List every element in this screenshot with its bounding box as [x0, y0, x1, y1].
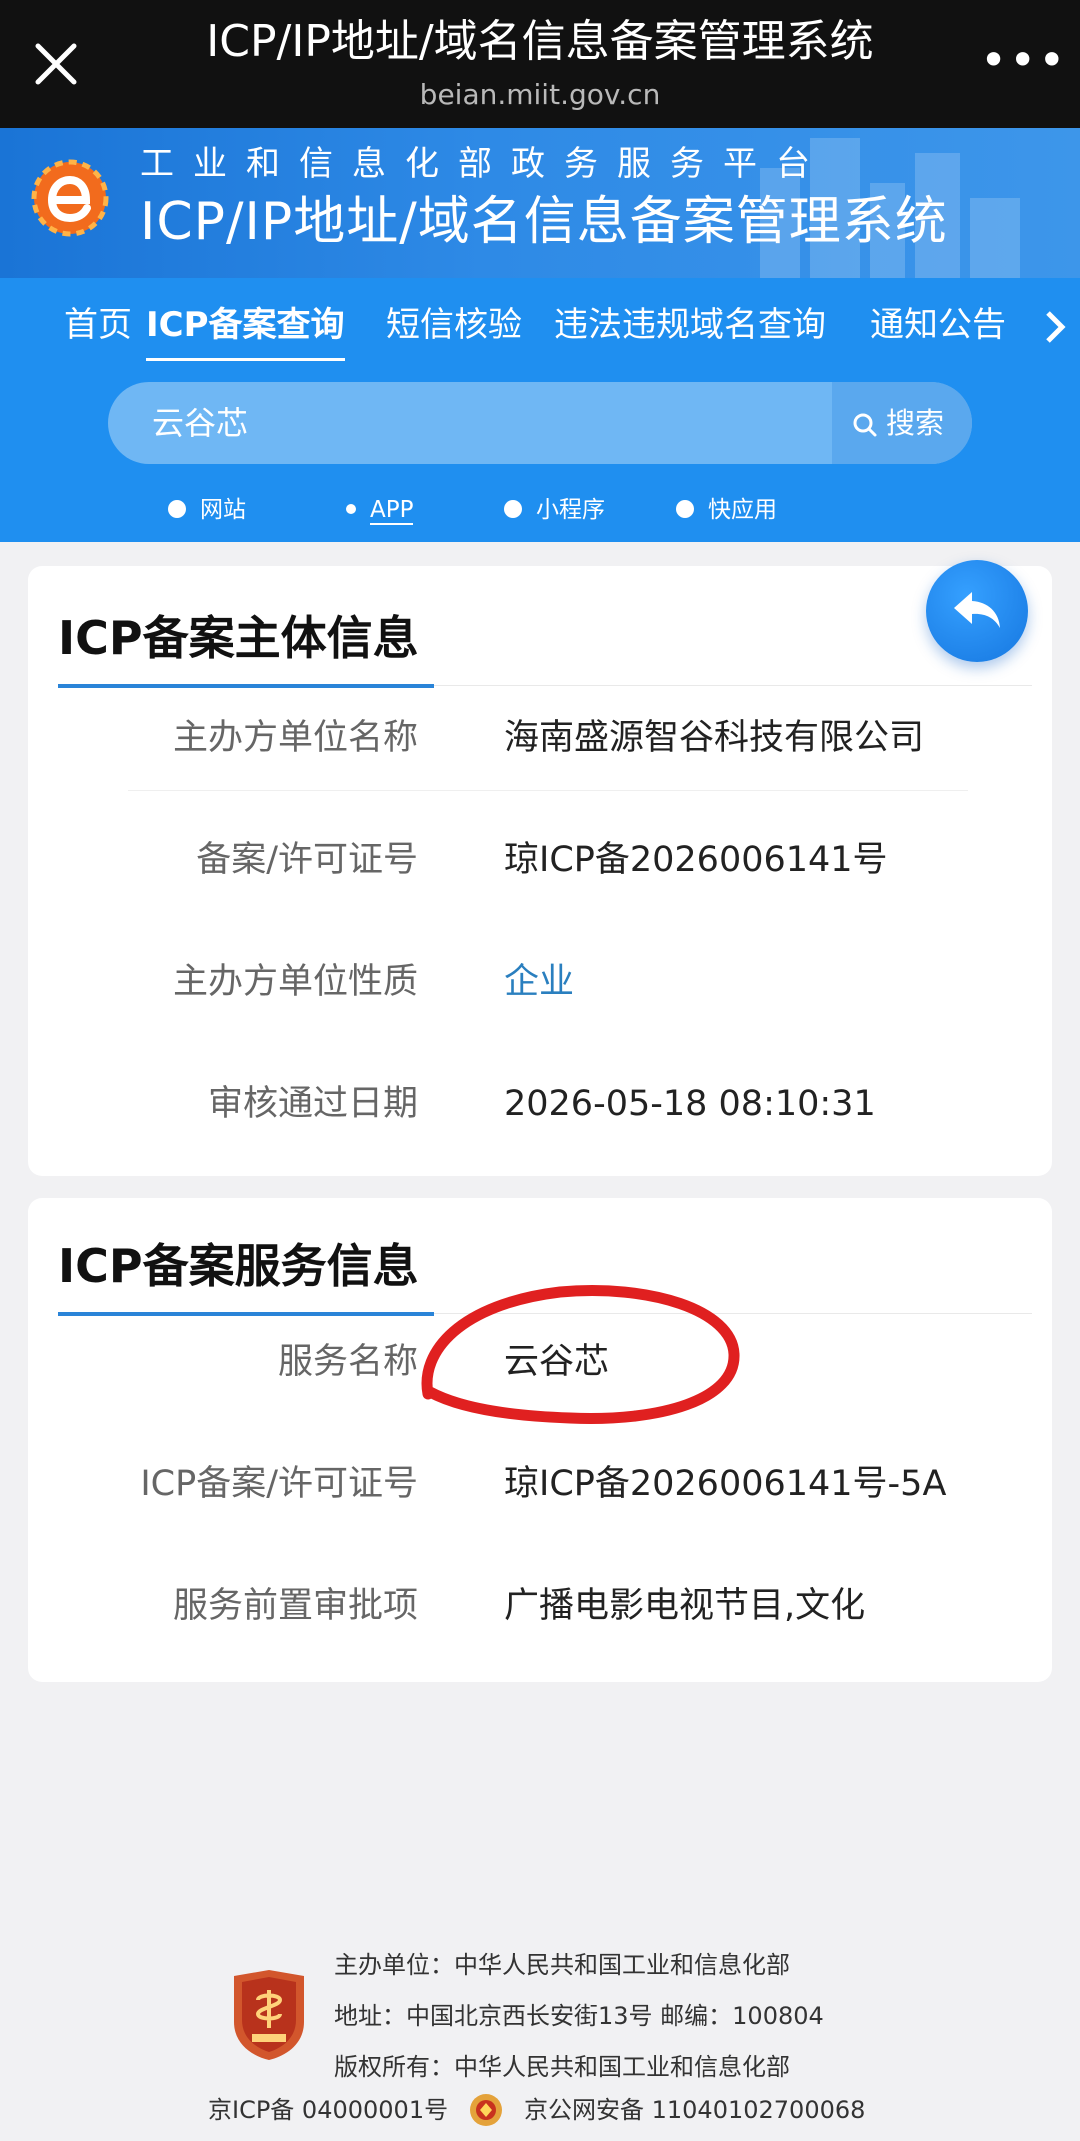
entity-nature-link[interactable]: 企业 — [504, 952, 574, 1012]
search-icon — [853, 413, 877, 437]
entity-row-license: 备案/许可证号 琼ICP备2026006141号 — [28, 830, 1052, 890]
service-row-license: ICP备案/许可证号 琼ICP备2026006141号-5A — [28, 1454, 1052, 1514]
tab-notices[interactable]: 通知公告 — [870, 292, 1006, 358]
entity-info-card: ICP备案主体信息 主办方单位名称 海南盛源智谷科技有限公司 备案/许可证号 琼… — [28, 566, 1052, 1176]
row-label: 备案/许可证号 — [196, 840, 418, 880]
radio-mini-program[interactable]: 小程序 — [504, 490, 605, 530]
row-label: 服务名称 — [277, 1342, 418, 1382]
row-label: 主办方单位性质 — [172, 962, 418, 1002]
site-banner: 工业和信息化部政务服务平台 ICP/IP地址/域名信息备案管理系统 — [0, 128, 1080, 278]
entity-info-title: ICP备案主体信息 — [58, 611, 419, 665]
webview-url: beian.miit.gov.cn — [419, 78, 661, 111]
tab-icp-query[interactable]: ICP备案查询 — [146, 292, 345, 361]
search-bar: 云谷芯 搜索 — [108, 382, 972, 464]
row-label: 主办方单位名称 — [172, 718, 418, 758]
row-label: 服务前置审批项 — [172, 1586, 418, 1626]
back-button[interactable] — [926, 560, 1028, 662]
chevron-right-icon[interactable] — [1040, 310, 1070, 344]
title-underline — [58, 1312, 434, 1316]
service-info-card: ICP备案服务信息 服务名称 云谷芯 ICP备案/许可证号 琼ICP备20260… — [28, 1198, 1052, 1682]
row-value: 海南盛源智谷科技有限公司 — [504, 718, 925, 758]
entity-row-nature: 主办方单位性质 企业 — [28, 952, 1052, 1012]
footer-copyright: 版权所有：中华人民共和国工业和信息化部 — [334, 2053, 790, 2081]
search-input[interactable]: 云谷芯 — [152, 382, 712, 464]
close-icon — [35, 43, 77, 85]
footer-police-link[interactable]: 京公网安备 11040102700068 — [524, 2090, 865, 2130]
divider — [434, 685, 1032, 686]
radio-website[interactable]: 网站 — [168, 490, 246, 530]
row-value: 琼ICP备2026006141号 — [504, 840, 888, 880]
emblem-icon — [234, 1970, 304, 2060]
more-icon[interactable]: ••• — [980, 37, 1065, 83]
banner-title: ICP/IP地址/域名信息备案管理系统 — [140, 192, 948, 252]
service-info-title: ICP备案服务信息 — [58, 1239, 419, 1293]
row-value: 琼ICP备2026006141号-5A — [504, 1464, 947, 1504]
footer-icp-link[interactable]: 京ICP备 04000001号 — [208, 2090, 448, 2130]
webview-title: ICP/IP地址/域名信息备案管理系统 — [206, 16, 874, 67]
divider — [128, 790, 968, 791]
entity-row-approval-date: 审核通过日期 2026-05-18 08:10:31 — [28, 1074, 1052, 1134]
row-value: 2026-05-18 08:10:31 — [504, 1084, 876, 1124]
row-label: 审核通过日期 — [207, 1084, 418, 1124]
site-logo-icon — [30, 158, 110, 238]
nav-tabs: 首页 ICP备案查询 短信核验 违法违规域名查询 通知公告 — [0, 292, 1080, 366]
service-row-pre-approval: 服务前置审批项 广播电影电视节目,文化 — [28, 1576, 1052, 1636]
footer-address: 地址：中国北京西长安街13号 邮编：100804 — [334, 2002, 824, 2030]
footer-bottom: 京ICP备 04000001号 京公网安备 11040102700068 — [0, 2090, 1080, 2130]
tab-sms-verify[interactable]: 短信核验 — [386, 292, 522, 358]
row-value: 广播电影电视节目,文化 — [504, 1586, 866, 1626]
title-underline — [58, 684, 434, 688]
row-label: ICP备案/许可证号 — [140, 1464, 418, 1504]
type-radio-group: 网站 APP 小程序 快应用 — [0, 490, 1080, 530]
tab-home[interactable]: 首页 — [64, 292, 132, 358]
banner-subtitle: 工业和信息化部政务服务平台 — [140, 144, 829, 184]
close-button[interactable] — [28, 36, 84, 92]
webview-top-bar: ICP/IP地址/域名信息备案管理系统 beian.miit.gov.cn ••… — [0, 0, 1080, 128]
radio-quick-app[interactable]: 快应用 — [676, 490, 777, 530]
search-button-label: 搜索 — [886, 406, 945, 440]
search-button[interactable]: 搜索 — [832, 382, 972, 464]
nav-panel: 首页 ICP备案查询 短信核验 违法违规域名查询 通知公告 云谷芯 搜索 网站 … — [0, 278, 1080, 542]
footer-sponsor: 主办单位：中华人民共和国工业和信息化部 — [334, 1951, 790, 1979]
back-arrow-icon — [954, 592, 1000, 628]
red-circle-annotation — [421, 1285, 740, 1424]
entity-row-name: 主办方单位名称 海南盛源智谷科技有限公司 — [28, 708, 1052, 768]
tab-illegal-domain-query[interactable]: 违法违规域名查询 — [554, 292, 826, 358]
police-badge-icon — [470, 2094, 502, 2126]
radio-app[interactable]: APP — [346, 490, 414, 530]
